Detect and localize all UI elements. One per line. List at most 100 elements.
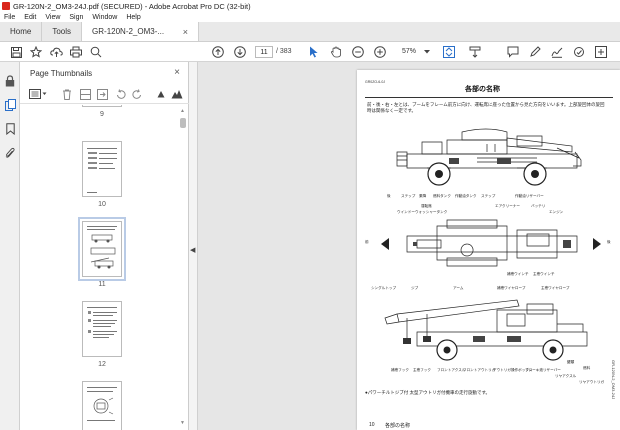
thumbnail-item[interactable]: 10 <box>82 141 122 208</box>
sign-icon[interactable] <box>549 44 565 60</box>
label-jib: ジブ <box>411 286 419 290</box>
crane-top-view-drawing <box>381 219 601 267</box>
hand-tool-icon[interactable] <box>328 44 344 60</box>
thumbnail-page-image <box>82 301 122 357</box>
thumbnail-zoom-out-icon[interactable] <box>154 87 168 101</box>
page-total: / 383 <box>276 48 292 55</box>
label-aux-winch: 補巻ウインチ <box>507 272 529 276</box>
heading-rule <box>365 97 613 98</box>
label-reservoir: 作動油リザーバー <box>515 194 544 198</box>
attachments-icon[interactable] <box>3 146 17 160</box>
menu-window[interactable]: Window <box>92 14 117 21</box>
scroll-mode-icon[interactable] <box>467 44 483 60</box>
acrobat-app-icon <box>2 2 10 10</box>
document-viewer[interactable]: GR0ZO-6-0J 各部の名称 前・後・右・左とは、ブームをフレーム前方に向け… <box>198 62 620 430</box>
extract-page-icon[interactable] <box>78 87 92 101</box>
zoom-level[interactable]: 57% <box>395 46 423 58</box>
thumbnail-page-label: 9 <box>100 111 104 118</box>
close-panel-icon[interactable]: × <box>174 67 180 78</box>
window-title: GR-120N-2_OM3-24J.pdf (SECURED) - Adobe … <box>13 1 251 11</box>
replace-page-icon[interactable] <box>95 87 109 101</box>
page-display-icon[interactable] <box>441 44 457 60</box>
lock-icon[interactable] <box>3 74 17 88</box>
previous-page-icon[interactable] <box>210 44 226 60</box>
thumbnail-page-image <box>78 217 126 281</box>
menu-edit[interactable]: Edit <box>24 14 36 21</box>
tab-document[interactable]: GR-120N-2_OM3-... × <box>81 22 200 41</box>
select-cursor-icon[interactable] <box>306 44 322 60</box>
label-hydraulic-tank: 作動油タンク <box>455 194 477 198</box>
print-icon[interactable] <box>68 44 84 60</box>
crane-side-view-drawing <box>396 128 582 186</box>
menu-sign[interactable]: Sign <box>69 14 83 21</box>
main-toolbar: 11 / 383 57% <box>0 42 620 62</box>
label-front-axle: フロントアクスル <box>437 368 466 372</box>
menu-file[interactable]: File <box>4 14 15 21</box>
rotate-left-icon[interactable] <box>113 87 127 101</box>
search-icon[interactable] <box>88 44 104 60</box>
label-boom: アーム <box>453 286 464 290</box>
page-number-input[interactable]: 11 <box>255 46 273 58</box>
tab-close-icon[interactable]: × <box>183 27 188 37</box>
thumbnail-page-image <box>82 105 122 107</box>
document-page: GR0ZO-6-0J 各部の名称 前・後・右・左とは、ブームをフレーム前方に向け… <box>357 70 620 430</box>
thumbnail-item[interactable]: 12 <box>82 301 122 368</box>
page-intro-text: 前・後・右・左とは、ブームをフレーム前方に向け、運転席に座った位置から見た方向を… <box>367 102 605 113</box>
panel-title: Page Thumbnails <box>30 68 93 78</box>
more-tools-icon[interactable] <box>593 44 609 60</box>
cloud-upload-icon[interactable] <box>48 44 64 60</box>
page-heading: 各部の名称 <box>465 86 500 93</box>
highlight-pen-icon[interactable] <box>527 44 543 60</box>
label-rear-axle: リヤアクスル <box>555 374 577 378</box>
next-page-icon[interactable] <box>232 44 248 60</box>
thumbnail-page-label: 10 <box>98 201 106 208</box>
printed-page-number: 10 <box>369 422 375 428</box>
panel-collapse-handle[interactable]: ◀ <box>189 62 198 430</box>
label-washer-tank: ウインドーウォッシャータンク <box>397 210 448 214</box>
zoom-in-icon[interactable] <box>372 44 388 60</box>
page-thumbnails-icon[interactable] <box>3 98 17 112</box>
tab-tools[interactable]: Tools <box>42 22 81 41</box>
label-brake-reservoir: ブレーキ液リザーバー <box>525 368 561 372</box>
label-air-cleaner: エアクリーナー <box>495 204 520 208</box>
menu-view[interactable]: View <box>45 14 60 21</box>
comment-icon[interactable] <box>505 44 521 60</box>
tab-document-label: GR-120N-2_OM3-... <box>92 27 165 36</box>
thumbnail-toolbar <box>20 84 189 104</box>
scroll-thumb[interactable] <box>180 118 186 128</box>
label-step-right: ステップ <box>481 194 496 198</box>
scroll-down-icon[interactable]: ▼ <box>180 420 185 426</box>
thumbnail-item[interactable]: 13 <box>82 381 122 430</box>
thumbnail-zoom-in-icon[interactable] <box>170 87 184 101</box>
zoom-out-icon[interactable] <box>350 44 366 60</box>
collapse-arrow-icon[interactable]: ◀ <box>190 246 195 254</box>
thumbnail-options-icon[interactable] <box>28 87 48 101</box>
thumbnail-page-label: 12 <box>98 361 106 368</box>
save-icon[interactable] <box>8 44 24 60</box>
thumbnail-item-selected[interactable]: 11 <box>78 217 126 288</box>
label-fuel: 燃料 <box>583 366 591 370</box>
page-thumbnails-panel: Page Thumbnails × 9 10 11 12 ▲ ▼ <box>20 62 189 430</box>
zoom-dropdown-icon[interactable] <box>423 44 431 60</box>
rotate-right-icon[interactable] <box>130 87 144 101</box>
label-rear: 後 <box>387 194 391 198</box>
scroll-up-icon[interactable]: ▲ <box>180 108 185 114</box>
menu-bar: File Edit View Sign Window Help <box>0 12 620 22</box>
thumbnail-scrollbar[interactable]: ▲ ▼ <box>180 108 186 426</box>
label-keys: 鍵類 <box>567 360 575 364</box>
menu-help[interactable]: Help <box>126 14 140 21</box>
thumbnail-list[interactable]: 9 10 11 12 <box>20 105 189 430</box>
delete-page-icon[interactable] <box>60 87 74 101</box>
label-main-hook: 主巻フック <box>413 368 431 372</box>
thumbnail-item[interactable]: 9 <box>82 105 122 118</box>
page-footnote: ●パワーチルトジブ付 太型アウトリガ付機車の走行旋動です。 <box>365 390 491 395</box>
bookmarks-icon[interactable] <box>3 122 17 136</box>
bookmark-star-icon[interactable] <box>28 44 44 60</box>
share-icon[interactable] <box>571 44 587 60</box>
label-front: 前 <box>365 240 369 244</box>
label-aux-rope: 補巻ワイヤロープ <box>497 286 526 290</box>
label-aux-hook: 補巻フック <box>391 368 409 372</box>
window-titlebar: GR-120N-2_OM3-24J.pdf (SECURED) - Adobe … <box>0 0 620 12</box>
tab-home[interactable]: Home <box>0 22 43 41</box>
panel-header: Page Thumbnails <box>20 62 189 84</box>
